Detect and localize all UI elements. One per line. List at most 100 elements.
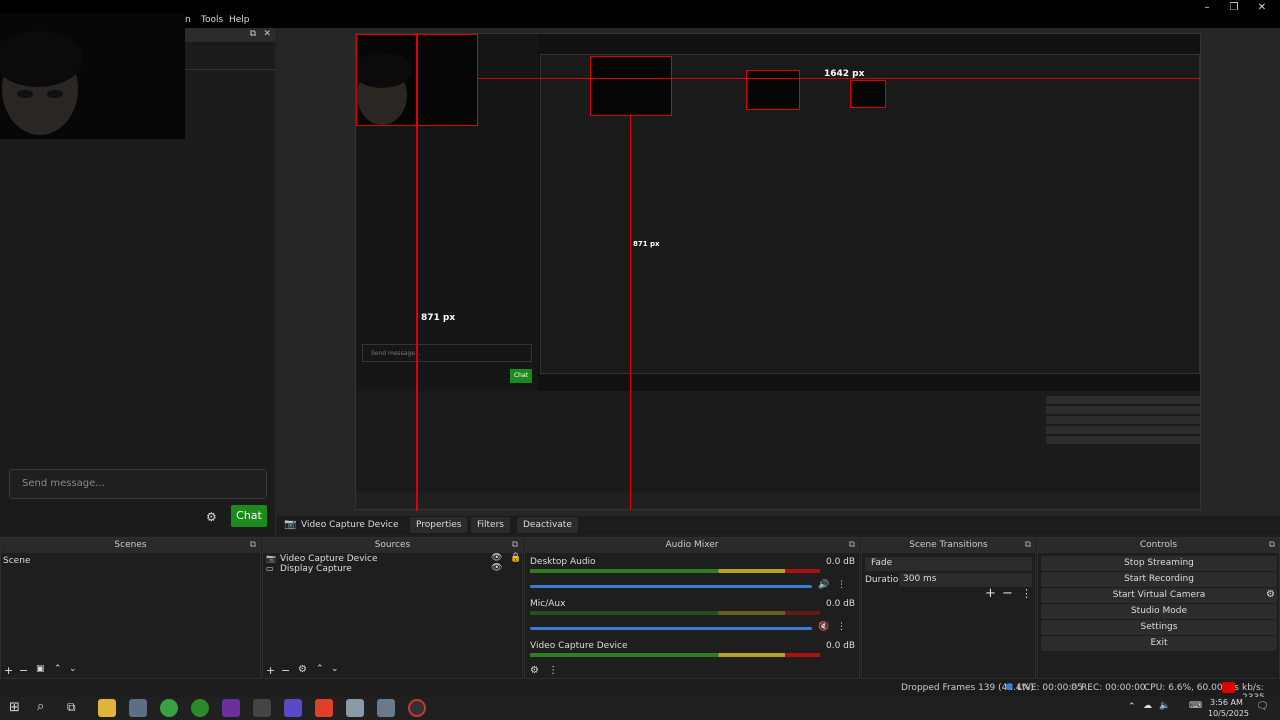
webcam-face-image: [0, 14, 185, 139]
nested-controls: [1046, 394, 1200, 474]
volume-meter: [530, 569, 820, 573]
lock-icon[interactable]: 🔒: [510, 553, 521, 563]
menu-tools[interactable]: Tools: [201, 15, 223, 25]
cloud-icon[interactable]: ☁: [1143, 701, 1152, 711]
keyboard-icon[interactable]: ⌨: [1189, 701, 1202, 711]
controls-title: Controls: [1038, 538, 1279, 553]
app-icon[interactable]: [377, 699, 395, 717]
app-icon[interactable]: [129, 699, 147, 717]
app-icon[interactable]: [346, 699, 364, 717]
more-options-icon[interactable]: ⋮: [837, 580, 846, 590]
speaker-icon[interactable]: 🔊: [818, 580, 829, 590]
preview-canvas[interactable]: Send message... Chat: [355, 33, 1201, 510]
sources-toolbar: + − ⚙ ⌃ ⌄: [263, 664, 522, 678]
sources-dock-title: Sources: [263, 538, 522, 553]
nested-chat-button: Chat: [510, 369, 532, 383]
source-settings-gear-icon[interactable]: ⚙: [298, 664, 307, 675]
clock-date[interactable]: 10/5/2025: [1208, 709, 1249, 718]
search-icon[interactable]: ⌕: [37, 699, 44, 714]
close-window-button[interactable]: ✕: [1253, 2, 1271, 14]
menu-item-partial[interactable]: n: [185, 15, 191, 25]
nested-taskbar: [356, 492, 1200, 509]
chat-message-input[interactable]: Send message...: [9, 469, 267, 499]
start-recording-button[interactable]: Start Recording: [1041, 572, 1277, 587]
source-item-display-capture[interactable]: Display Capture: [280, 564, 352, 574]
transition-menu-icon[interactable]: ⋮: [1021, 587, 1032, 600]
add-source-icon[interactable]: +: [266, 664, 275, 677]
move-down-icon[interactable]: ⌄: [69, 664, 77, 674]
start-virtual-camera-button[interactable]: Start Virtual Camera: [1041, 588, 1277, 603]
visibility-eye-icon[interactable]: 👁: [491, 553, 502, 563]
chrome-icon[interactable]: [160, 699, 178, 717]
notifications-icon[interactable]: 🗨: [1256, 701, 1269, 712]
chat-send-button[interactable]: Chat: [231, 505, 267, 527]
task-view-icon[interactable]: ⧉: [67, 700, 76, 715]
remove-scene-icon[interactable]: −: [19, 664, 28, 677]
width-measure-label: 1642 px: [824, 69, 865, 79]
studio-mode-button[interactable]: Studio Mode: [1041, 604, 1277, 619]
move-up-icon[interactable]: ⌃: [54, 664, 62, 674]
virtual-camera-gear-icon[interactable]: ⚙: [1266, 589, 1275, 600]
float-dock-icon[interactable]: ⧉: [250, 540, 256, 550]
source-item-video-capture[interactable]: Video Capture Device: [280, 554, 378, 564]
float-dock-icon[interactable]: ⧉: [1025, 540, 1031, 550]
minimize-button[interactable]: –: [1198, 2, 1216, 14]
tray-chevron-icon[interactable]: ⌃: [1128, 702, 1136, 712]
filters-button[interactable]: Filters: [471, 517, 510, 533]
app-icon[interactable]: [222, 699, 240, 717]
remove-source-icon[interactable]: −: [281, 664, 290, 677]
more-options-icon[interactable]: ⋮: [837, 622, 846, 632]
camera-source-icon: 📷: [266, 554, 276, 563]
deactivate-button[interactable]: Deactivate: [517, 517, 578, 533]
add-scene-icon[interactable]: +: [4, 664, 13, 677]
chat-settings-gear-icon[interactable]: ⚙: [206, 510, 217, 524]
move-up-icon[interactable]: ⌃: [316, 664, 324, 674]
float-dock-icon[interactable]: ⧉: [250, 29, 256, 39]
maximize-button[interactable]: ❐: [1225, 2, 1243, 14]
live-indicator-icon: ●: [1005, 682, 1013, 692]
volume-slider[interactable]: [530, 585, 812, 588]
webcam-overlay: [0, 14, 185, 139]
filter-icon[interactable]: ▣: [36, 664, 45, 674]
float-dock-icon[interactable]: ⧉: [1269, 540, 1275, 550]
file-explorer-icon[interactable]: [98, 699, 116, 717]
mixer-settings-gear-icon[interactable]: ⚙: [530, 665, 539, 676]
stop-streaming-button[interactable]: Stop Streaming: [1041, 556, 1277, 571]
chat-dock-header: ⧉ ✕: [185, 28, 276, 42]
menu-help[interactable]: Help: [229, 15, 250, 25]
float-dock-icon[interactable]: ⧉: [512, 540, 518, 550]
remove-transition-icon[interactable]: −: [1002, 586, 1013, 601]
scene-item[interactable]: Scene: [3, 556, 30, 566]
float-dock-icon[interactable]: ⧉: [849, 540, 855, 550]
speaker-icon[interactable]: 🔈: [1159, 701, 1170, 711]
speaker-muted-icon[interactable]: 🔇: [818, 622, 829, 632]
rec-indicator-icon: ◎: [1070, 682, 1078, 692]
audio-mixer-dock: Audio Mixer ⧉ Desktop Audio 0.0 dB 🔊 ⋮ M…: [524, 537, 860, 679]
scene-transitions-title: Scene Transitions: [862, 538, 1035, 553]
audio-mixer-title: Audio Mixer: [525, 538, 859, 553]
mixer-menu-icon[interactable]: ⋮: [548, 665, 558, 676]
scene-transitions-dock: Scene Transitions ⧉ Fade Duration 300 ms…: [861, 537, 1036, 679]
brave-icon[interactable]: [315, 699, 333, 717]
sources-dock: Sources ⧉ 📷 Video Capture Device 👁 🔒 ▭ D…: [262, 537, 523, 679]
add-transition-icon[interactable]: +: [985, 586, 996, 601]
visibility-eye-icon[interactable]: 👁: [491, 563, 502, 573]
app-icon[interactable]: [253, 699, 271, 717]
nested-webcam-level2: [590, 56, 672, 116]
app-icon[interactable]: [284, 699, 302, 717]
move-down-icon[interactable]: ⌄: [331, 664, 339, 674]
exit-button[interactable]: Exit: [1041, 636, 1277, 651]
close-dock-icon[interactable]: ✕: [263, 29, 271, 39]
duration-input[interactable]: 300 ms: [899, 573, 1032, 587]
volume-slider[interactable]: [530, 627, 812, 630]
obs-icon[interactable]: [408, 699, 426, 717]
windows-start-icon[interactable]: ⊞: [9, 700, 20, 715]
stream-health-indicator: [1222, 682, 1235, 693]
xbox-icon[interactable]: [191, 699, 209, 717]
clock-time[interactable]: 3:56 AM: [1210, 698, 1243, 707]
transition-select[interactable]: Fade: [865, 557, 1032, 571]
volume-meter: [530, 653, 820, 657]
properties-button[interactable]: Properties: [410, 517, 468, 533]
mixer-channel-name: Video Capture Device: [530, 641, 628, 651]
settings-button[interactable]: Settings: [1041, 620, 1277, 635]
